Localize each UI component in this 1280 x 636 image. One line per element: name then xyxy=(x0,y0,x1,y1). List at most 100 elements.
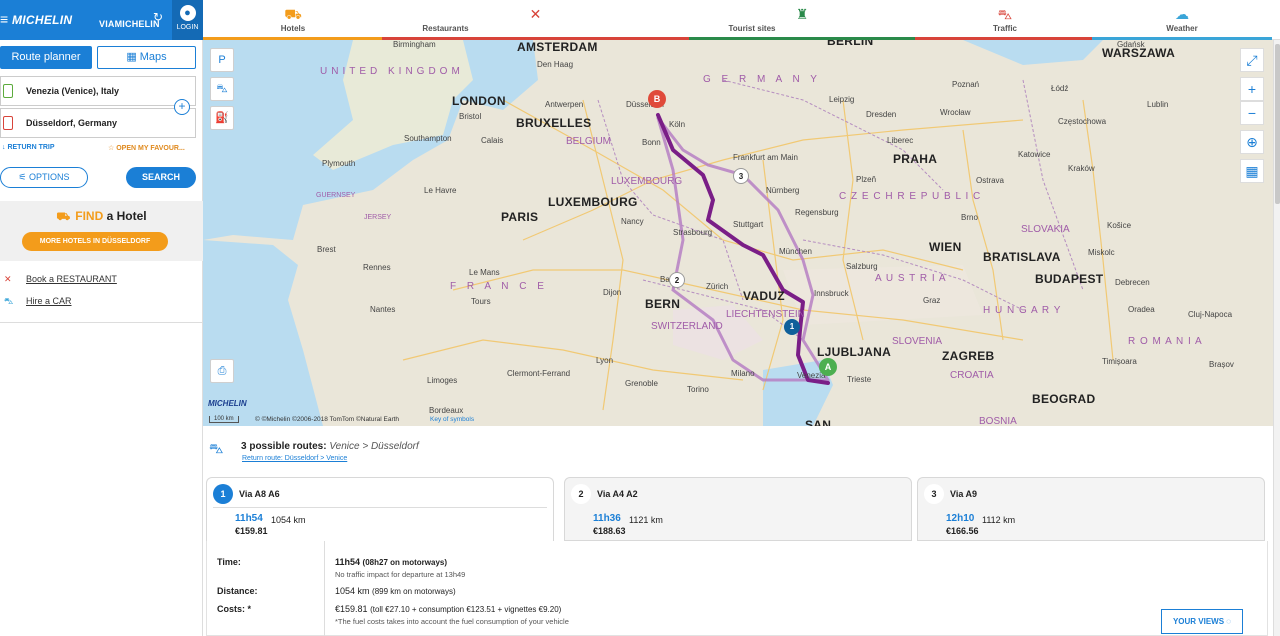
your-views-button[interactable]: YOUR VIEWS ◌ xyxy=(1161,609,1243,634)
hire-car-link[interactable]: ⛍ Hire a CAR xyxy=(4,296,72,308)
city-label: Köln xyxy=(669,120,686,129)
city-label: Rennes xyxy=(363,263,391,272)
michelin-map-logo: MICHELIN xyxy=(208,399,247,408)
time-motorways: (08h27 on motorways) xyxy=(362,558,448,567)
city-label: Gdańsk xyxy=(1117,40,1145,49)
michelin-logo[interactable]: MICHELIN xyxy=(12,13,72,27)
origin-pin-icon xyxy=(3,84,13,98)
region-label: SLOVAKIA xyxy=(1021,224,1070,235)
route-card-3[interactable]: 3 Via A9 12h10 1112 km €166.56 xyxy=(917,477,1265,541)
route-card-2[interactable]: 2 Via A4 A2 11h36 1121 km €188.63 xyxy=(564,477,912,541)
city-label: Regensburg xyxy=(795,208,839,217)
category-tourist-sites[interactable]: ♜ Tourist sites xyxy=(689,0,915,40)
costs-label: Costs: * xyxy=(217,604,252,614)
return-trip-label: RETURN TRIP xyxy=(7,144,55,151)
bed-icon: ⛟ xyxy=(56,211,71,223)
capital-label: BRUXELLES xyxy=(516,116,592,130)
page-scrollbar[interactable] xyxy=(1273,40,1280,636)
city-label: Den Haag xyxy=(537,60,574,69)
menu-icon[interactable]: ≡ xyxy=(0,12,8,26)
book-restaurant-link[interactable]: ✕ Book a RESTAURANT xyxy=(4,274,117,285)
route-distance: 1121 km xyxy=(629,515,663,525)
category-traffic[interactable]: ⛍ Traffic xyxy=(915,0,1095,40)
sidebar-divider xyxy=(0,322,203,323)
options-button[interactable]: ⚟ OPTIONS xyxy=(0,167,88,188)
maps-tab[interactable]: ▦ Maps xyxy=(97,46,196,69)
route-card-divider xyxy=(213,507,547,508)
time-label: Time: xyxy=(217,557,241,567)
origin-field[interactable]: Venezia (Venice), Italy xyxy=(0,76,196,106)
zoom-in-button[interactable]: + xyxy=(1240,77,1264,101)
search-button[interactable]: SEARCH xyxy=(126,167,196,188)
find-hotel-heading: ⛟ FIND a Hotel xyxy=(0,209,203,225)
city-label: Katowice xyxy=(1018,150,1051,159)
start-pin-a[interactable]: A xyxy=(819,358,837,376)
map-layer-icon[interactable]: ▦ xyxy=(1240,159,1264,183)
destination-field[interactable]: Düsseldorf, Germany xyxy=(0,108,196,138)
destination-pin-icon xyxy=(3,116,13,130)
distance-value: 1054 km (899 km on motorways) xyxy=(335,586,456,596)
route-3-marker[interactable]: 3 xyxy=(733,168,749,184)
fullscreen-icon[interactable]: ⤢ xyxy=(1240,48,1264,72)
return-trip-link[interactable]: ↓ RETURN TRIP xyxy=(2,144,55,151)
city-label: Nürnberg xyxy=(766,186,800,195)
return-route-link[interactable]: Return route: Düsseldorf > Venice xyxy=(242,455,347,462)
city-label: Limoges xyxy=(427,376,458,385)
route-distance: 1054 km xyxy=(271,515,306,525)
maps-label: Maps xyxy=(139,51,167,63)
traffic-layer-icon[interactable]: ⛍ xyxy=(210,77,234,101)
category-restaurants[interactable]: ✕ Restaurants xyxy=(382,0,689,40)
costs-value: €159.81 (toll €27.10 + consumption €123.… xyxy=(335,604,561,614)
capital-label: LUXEMBOURG xyxy=(548,195,638,209)
city-label: Tours xyxy=(471,297,491,306)
category-hotels[interactable]: ⛟ Hotels xyxy=(203,0,383,40)
category-weather[interactable]: ☁ Weather xyxy=(1092,0,1272,40)
routes-od: Venice > Düsseldorf xyxy=(329,441,419,452)
city-label: Le Mans xyxy=(469,268,500,277)
traffic-car-icon: ⛍ xyxy=(997,6,1013,22)
route-planner-tab[interactable]: Route planner xyxy=(0,46,92,69)
city-label: Antwerpen xyxy=(545,100,584,109)
route-results: ⛍ 3 possible routes: Venice > Düsseldorf… xyxy=(203,426,1273,636)
refresh-icon[interactable]: ↻ xyxy=(153,10,163,24)
parking-icon[interactable]: P xyxy=(210,48,234,72)
country-label: H U N G A R Y xyxy=(983,305,1062,316)
city-label: Lyon xyxy=(596,356,614,365)
city-label: Cluj-Napoca xyxy=(1188,310,1233,319)
key-of-symbols-link[interactable]: Key of symbols xyxy=(430,416,474,423)
route-duration: 12h10 xyxy=(946,513,975,524)
locate-icon[interactable]: ⊕ xyxy=(1240,130,1264,154)
capital-label: BERLIN xyxy=(827,40,874,48)
route-via: Via A8 A6 xyxy=(239,489,280,499)
route-1-marker[interactable]: 1 xyxy=(784,319,800,335)
map-scale: 100 km xyxy=(209,416,239,423)
region-label: BELGIUM xyxy=(566,136,612,147)
country-label: C Z E C H R E P U B L I C xyxy=(839,191,982,202)
details-divider xyxy=(324,541,325,636)
car-icon: ⛍ xyxy=(4,296,14,306)
city-label: Southampton xyxy=(404,134,452,143)
route-cost: €188.63 xyxy=(593,526,626,536)
login-button[interactable]: ● LOGIN xyxy=(172,0,203,40)
route-number: 2 xyxy=(571,484,591,504)
viamichelin-logo[interactable]: VIAMICHELIN xyxy=(99,19,160,29)
region-label: GUERNSEY xyxy=(316,192,356,199)
print-icon[interactable]: ⎙ xyxy=(210,359,234,383)
fuel-icon[interactable]: ⛽ xyxy=(210,106,234,130)
scrollbar-thumb[interactable] xyxy=(1275,44,1280,204)
more-hotels-button[interactable]: MORE HOTELS IN DÜSSELDORF xyxy=(22,232,168,251)
end-pin-b[interactable]: B xyxy=(648,90,666,108)
add-waypoint-button[interactable]: + xyxy=(174,99,190,115)
zoom-out-button[interactable]: − xyxy=(1240,101,1264,125)
city-label: Lublin xyxy=(1147,100,1169,109)
traffic-note: No traffic impact for departure at 13h49 xyxy=(335,570,466,579)
route-card-1[interactable]: 1 Via A8 A6 11h54 1054 km €159.81 xyxy=(206,477,554,547)
city-label: Plzeň xyxy=(856,175,877,184)
city-label: Dijon xyxy=(603,288,622,297)
route-2-marker[interactable]: 2 xyxy=(669,272,685,288)
city-label: Częstochowa xyxy=(1058,117,1107,126)
city-label: Košice xyxy=(1107,221,1132,230)
favourites-link[interactable]: ☆ OPEN MY FAVOUR... xyxy=(108,144,185,152)
capital-label: BRATISLAVA xyxy=(983,250,1061,264)
route-map[interactable]: UNITED KINGDOM G E R M A N Y F R A N C E… xyxy=(203,40,1273,426)
